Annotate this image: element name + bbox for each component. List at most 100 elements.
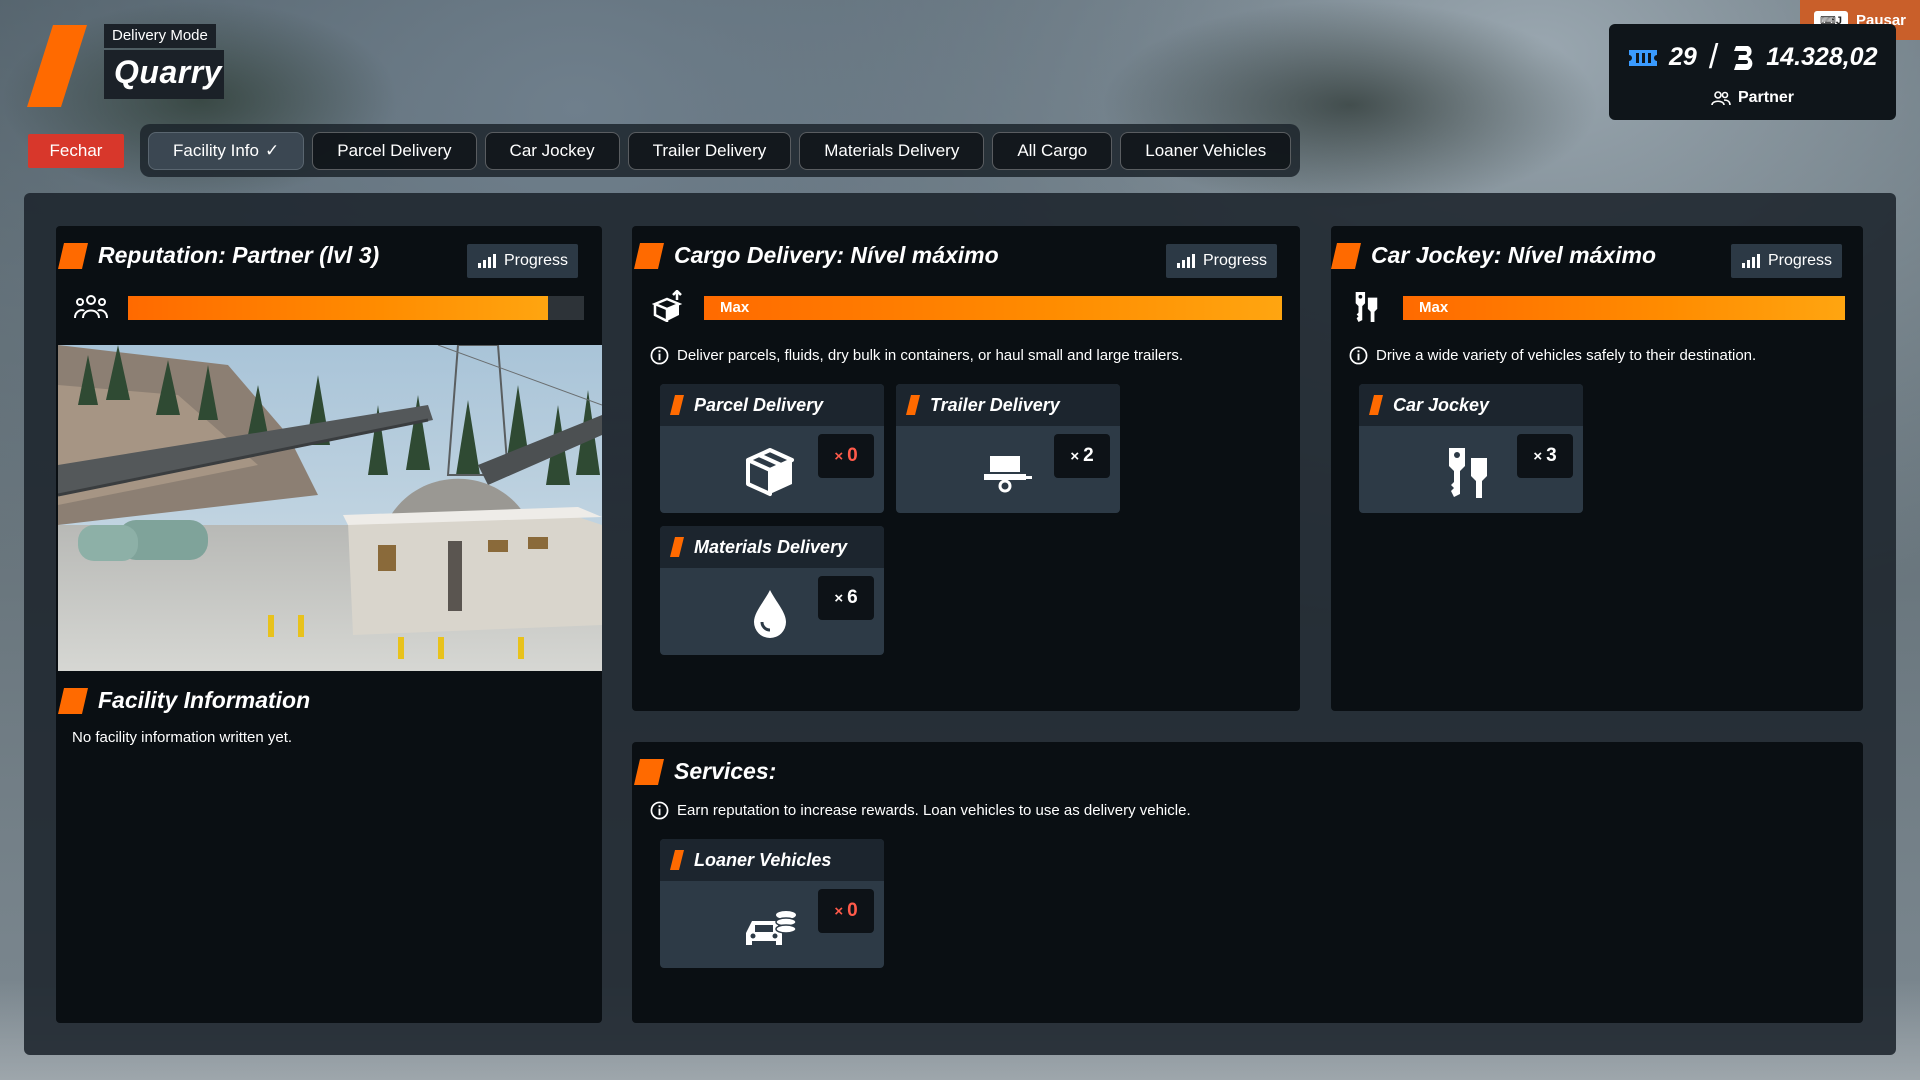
progress-label: Progress	[1203, 252, 1268, 269]
job-count: × 0	[818, 889, 874, 933]
car-jockey-progress-fill	[1403, 296, 1845, 320]
services-info-text: Earn reputation to increase rewards. Loa…	[677, 802, 1191, 819]
tab-trailer-delivery[interactable]: Trailer Delivery	[627, 131, 792, 170]
cargo-info-text: Deliver parcels, fluids, dry bulk in con…	[677, 347, 1184, 364]
car-jockey-card: Car Jockey: Nível máximo Progress Max Dr…	[1331, 226, 1863, 711]
car-keys-icon	[1355, 292, 1378, 322]
job-count: × 6	[818, 576, 874, 620]
game-logo-slash	[27, 25, 87, 107]
reputation-title: Reputation: Partner (lvl 3)	[98, 242, 380, 268]
cargo-progress-button[interactable]: Progress	[1166, 244, 1278, 278]
job-tile-trailer-delivery[interactable]: Trailer Delivery × 2	[896, 384, 1120, 513]
services-title: Services:	[674, 758, 777, 784]
car-jockey-title: Car Jockey: Nível máximo	[1371, 242, 1657, 268]
progress-label: Progress	[1768, 252, 1833, 269]
job-count: × 3	[1517, 434, 1573, 478]
bucks-amount: 14.328,02	[1766, 43, 1878, 71]
facility-info-text: No facility information written yet.	[72, 729, 293, 746]
facility-tabs: Facility Info ✓ Parcel Delivery Car Jock…	[140, 124, 1300, 177]
orange-flag-icon	[58, 242, 88, 269]
tab-parcel-delivery[interactable]: Parcel Delivery	[312, 131, 477, 170]
cargo-progress-fill	[704, 296, 1282, 320]
job-tile-materials-delivery[interactable]: Materials Delivery × 6	[660, 526, 884, 655]
orange-flag-icon	[634, 242, 664, 269]
cargo-delivery-icon	[652, 290, 683, 322]
facility-name: Quarry	[104, 50, 224, 99]
job-title: Trailer Delivery	[930, 394, 1060, 415]
info-icon	[650, 801, 669, 820]
services-card: Services: Earn reputation to increase re…	[632, 742, 1863, 1023]
box-icon	[746, 448, 794, 496]
close-button[interactable]: Fechar	[28, 134, 124, 168]
facility-main-panel: Reputation: Partner (lvl 3) Progress Fac…	[24, 193, 1896, 1055]
tab-label: Trailer Delivery	[652, 140, 767, 160]
reputation-progress-bar	[128, 296, 584, 320]
tab-materials-delivery[interactable]: Materials Delivery	[799, 131, 985, 170]
reputation-progress-button[interactable]: Progress	[467, 244, 579, 278]
tab-label: Car Jockey	[509, 140, 595, 160]
check-icon: ✓	[264, 140, 280, 160]
tab-car-jockey[interactable]: Car Jockey	[484, 131, 620, 170]
cargo-delivery-card: Cargo Delivery: Nível máximo Progress Ma…	[632, 226, 1300, 711]
orange-flag-icon	[670, 537, 684, 557]
signal-bars-icon	[478, 254, 496, 268]
job-title: Parcel Delivery	[694, 394, 824, 415]
tab-label: Parcel Delivery	[337, 140, 452, 160]
cargo-progress-bar: Max	[704, 296, 1282, 320]
job-title: Car Jockey	[1393, 394, 1490, 415]
info-icon	[1349, 346, 1368, 365]
ticket-icon	[1629, 49, 1657, 66]
info-icon	[650, 346, 669, 365]
job-title: Materials Delivery	[694, 536, 848, 557]
orange-flag-icon	[1369, 395, 1383, 415]
car-jockey-progress-bar: Max	[1403, 296, 1845, 320]
reputation-progress-fill	[128, 296, 548, 320]
car-jockey-progress-button[interactable]: Progress	[1731, 244, 1843, 278]
delivery-mode-header: Delivery Mode Quarry	[104, 24, 224, 99]
cargo-info: Deliver parcels, fluids, dry bulk in con…	[650, 346, 1183, 365]
reputation-card: Reputation: Partner (lvl 3) Progress Fac…	[56, 226, 602, 1023]
services-info: Earn reputation to increase rewards. Loa…	[650, 801, 1191, 820]
signal-bars-icon	[1742, 254, 1760, 268]
orange-flag-icon	[58, 687, 88, 714]
job-tile-parcel-delivery[interactable]: Parcel Delivery × 0	[660, 384, 884, 513]
tab-facility-info[interactable]: Facility Info ✓	[148, 131, 305, 170]
loaner-car-icon	[746, 911, 797, 945]
people-icon	[74, 295, 108, 319]
orange-flag-icon	[634, 758, 664, 785]
cargo-bar-label: Max	[720, 299, 750, 316]
delivery-mode-label: Delivery Mode	[104, 24, 216, 48]
quarry-scene-image	[58, 345, 602, 671]
tab-label: Materials Delivery	[824, 140, 960, 160]
currency-separator: /	[1708, 38, 1719, 76]
bucks-icon	[1734, 45, 1753, 70]
tab-all-cargo[interactable]: All Cargo	[992, 131, 1113, 170]
trailer-icon	[984, 456, 1032, 493]
signal-bars-icon	[1177, 254, 1195, 268]
facility-photo	[58, 345, 602, 671]
cargo-delivery-title: Cargo Delivery: Nível máximo	[674, 242, 999, 268]
tab-label: Facility Info	[173, 140, 259, 160]
facility-info-title: Facility Information	[98, 687, 311, 713]
droplet-icon	[754, 590, 786, 638]
job-tile-loaner-vehicles[interactable]: Loaner Vehicles × 0	[660, 839, 884, 968]
orange-flag-icon	[1331, 242, 1361, 269]
job-title: Loaner Vehicles	[694, 849, 832, 870]
tab-loaner-vehicles[interactable]: Loaner Vehicles	[1120, 131, 1292, 170]
car-keys-icon	[1449, 448, 1487, 498]
partner-icon	[1711, 91, 1731, 106]
job-count: × 2	[1054, 434, 1110, 478]
tab-label: Loaner Vehicles	[1145, 140, 1267, 160]
car-jockey-bar-label: Max	[1419, 299, 1449, 316]
orange-flag-icon	[670, 850, 684, 870]
job-tile-car-jockey[interactable]: Car Jockey × 3	[1359, 384, 1583, 513]
car-jockey-info: Drive a wide variety of vehicles safely …	[1349, 346, 1756, 365]
orange-flag-icon	[906, 395, 920, 415]
car-jockey-info-text: Drive a wide variety of vehicles safely …	[1376, 347, 1757, 364]
tab-label: All Cargo	[1017, 140, 1088, 160]
job-count: × 0	[818, 434, 874, 478]
progress-label: Progress	[504, 252, 569, 269]
rank-label: Partner	[1737, 89, 1795, 106]
currency-panel: 29 / 14.328,02 Partner	[1609, 24, 1896, 120]
orange-flag-icon	[670, 395, 684, 415]
